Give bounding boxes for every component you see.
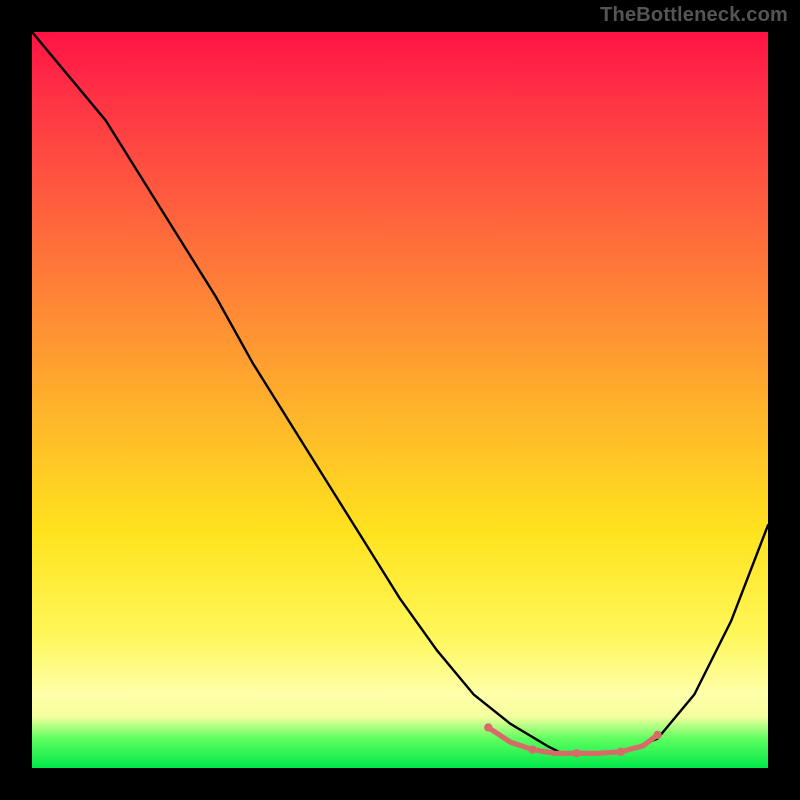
optimal-range-marker xyxy=(484,723,662,757)
bottleneck-curve xyxy=(32,32,768,753)
chart-frame: TheBottleneck.com xyxy=(0,0,800,800)
plot-area xyxy=(32,32,768,768)
watermark-text: TheBottleneck.com xyxy=(600,4,788,27)
chart-overlay xyxy=(32,32,768,768)
